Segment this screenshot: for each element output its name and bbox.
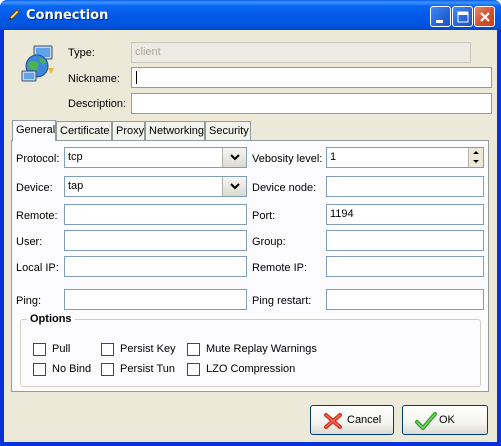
group-label: Group:	[252, 236, 286, 248]
checkmark-icon	[415, 412, 437, 430]
maximize-icon	[457, 11, 469, 23]
tab-networking[interactable]: Networking	[145, 121, 205, 140]
title-bar[interactable]: Connection	[0, 0, 501, 30]
persist-tun-label[interactable]: Persist Tun	[120, 363, 175, 375]
persist-tun-checkbox[interactable]	[101, 363, 114, 376]
close-icon	[480, 12, 490, 22]
chevron-down-icon[interactable]	[222, 148, 246, 167]
cancel-button[interactable]: Cancel	[310, 405, 394, 435]
dialog-body: Type: client Nickname: Description: Gene…	[4, 30, 497, 442]
verbosity-spinner[interactable]: 1	[326, 147, 484, 168]
local-ip-input[interactable]	[64, 256, 247, 277]
remote-label: Remote:	[16, 210, 58, 222]
port-label: Port:	[252, 210, 276, 222]
lzo-compression-checkbox[interactable]	[187, 363, 200, 376]
ping-restart-label: Ping restart:	[252, 295, 312, 307]
minimize-icon	[436, 20, 443, 23]
spinner-buttons[interactable]	[468, 148, 483, 167]
cancel-icon	[324, 413, 342, 429]
options-group: Options Pull Persist Key Mute Replay War…	[20, 313, 481, 387]
ok-button[interactable]: OK	[402, 405, 488, 435]
tab-security[interactable]: Security	[205, 121, 251, 140]
protocol-label: Protocol:	[16, 153, 60, 165]
persist-key-label[interactable]: Persist Key	[120, 343, 176, 355]
ping-restart-input[interactable]	[326, 289, 484, 310]
user-input[interactable]	[64, 230, 247, 251]
spin-down-icon[interactable]	[469, 157, 483, 166]
spin-up-icon[interactable]	[469, 148, 483, 157]
no-bind-label[interactable]: No Bind	[52, 363, 91, 375]
nickname-input[interactable]	[131, 67, 492, 88]
pull-label[interactable]: Pull	[52, 343, 70, 355]
user-label: User:	[16, 236, 43, 248]
description-label: Description:	[68, 98, 127, 110]
tab-certificate[interactable]: Certificate	[56, 121, 112, 140]
ping-input[interactable]	[64, 289, 247, 310]
minimize-button[interactable]	[430, 6, 451, 27]
remote-input[interactable]	[64, 204, 247, 225]
device-select[interactable]: tap	[64, 176, 247, 197]
local-ip-label: Local IP:	[16, 262, 59, 274]
remote-ip-label: Remote IP:	[252, 262, 308, 274]
no-bind-checkbox[interactable]	[33, 363, 46, 376]
mute-replay-warnings-label[interactable]: Mute Replay Warnings	[206, 343, 317, 355]
general-tab-panel: Protocol: tcp Vebosity level: 1 Device: …	[11, 140, 489, 392]
pull-checkbox[interactable]	[33, 343, 46, 356]
ping-label: Ping:	[16, 295, 42, 307]
type-field: client	[131, 42, 471, 63]
connection-dialog: Connection Type: client Nickname: Descri…	[0, 0, 501, 446]
verbosity-label: Vebosity level:	[252, 153, 323, 165]
nickname-label: Nickname:	[68, 73, 120, 85]
description-input[interactable]	[131, 93, 492, 114]
maximize-button[interactable]	[452, 6, 473, 27]
group-input[interactable]	[326, 230, 484, 251]
close-button[interactable]	[474, 6, 495, 27]
tab-general[interactable]: General	[12, 120, 56, 141]
tab-proxy[interactable]: Proxy	[112, 121, 145, 140]
device-label: Device:	[16, 182, 53, 194]
window-title: Connection	[26, 8, 109, 23]
port-input[interactable]: 1194	[326, 204, 484, 225]
edit-icon	[8, 9, 20, 21]
lzo-compression-label[interactable]: LZO Compression	[206, 363, 295, 375]
device-node-input[interactable]	[326, 176, 484, 197]
type-label: Type:	[68, 47, 95, 59]
chevron-down-icon[interactable]	[222, 177, 246, 196]
remote-ip-input[interactable]	[326, 256, 484, 277]
protocol-select[interactable]: tcp	[64, 147, 247, 168]
persist-key-checkbox[interactable]	[101, 343, 114, 356]
options-title: Options	[27, 313, 75, 325]
mute-replay-warnings-checkbox[interactable]	[187, 343, 200, 356]
device-node-label: Device node:	[252, 182, 317, 194]
network-connection-icon	[21, 45, 54, 82]
